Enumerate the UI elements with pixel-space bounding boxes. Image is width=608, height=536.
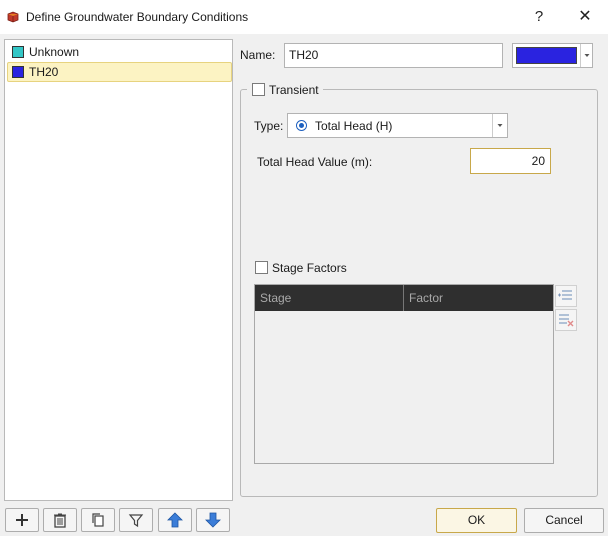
- head-value-label: Total Head Value (m):: [257, 155, 373, 169]
- type-label: Type:: [254, 119, 284, 133]
- type-select[interactable]: Total Head (H): [287, 113, 508, 138]
- close-button[interactable]: ✕: [571, 4, 599, 30]
- transient-label: Transient: [269, 83, 319, 97]
- column-header-factor[interactable]: Factor: [404, 285, 553, 311]
- title-bar: Define Groundwater Boundary Conditions ?…: [0, 0, 608, 34]
- color-swatch-icon: [12, 46, 24, 58]
- add-button[interactable]: [5, 508, 39, 532]
- column-header-stage[interactable]: Stage: [255, 285, 404, 311]
- delete-row-icon: [559, 314, 574, 327]
- list-item-unknown[interactable]: Unknown: [7, 42, 232, 62]
- delete-button[interactable]: [43, 508, 77, 532]
- delete-row-button[interactable]: [555, 309, 577, 331]
- copy-icon: [92, 513, 104, 527]
- color-preview: [516, 47, 577, 64]
- stage-factors-label: Stage Factors: [272, 261, 347, 275]
- move-up-button[interactable]: [158, 508, 192, 532]
- type-value: Total Head (H): [315, 119, 393, 133]
- name-label: Name:: [240, 48, 276, 62]
- color-picker[interactable]: [512, 43, 593, 68]
- window-title: Define Groundwater Boundary Conditions: [26, 10, 249, 24]
- copy-button[interactable]: [81, 508, 115, 532]
- color-swatch-icon: [12, 66, 24, 78]
- filter-icon: [128, 514, 144, 528]
- list-item-label: TH20: [29, 65, 59, 79]
- move-up-icon: [167, 512, 183, 528]
- stage-factors-checkbox[interactable]: [255, 261, 268, 274]
- delete-icon: [54, 513, 66, 528]
- app-icon: [7, 11, 19, 23]
- transient-checkbox[interactable]: [252, 83, 265, 96]
- list-item-th20[interactable]: TH20: [7, 62, 232, 82]
- stage-factors-table[interactable]: Stage Factor: [254, 284, 554, 464]
- insert-row-icon: [558, 290, 572, 300]
- radio-icon: [296, 120, 307, 131]
- head-value-input[interactable]: 20: [470, 148, 551, 174]
- chevron-down-icon[interactable]: [580, 44, 593, 67]
- name-input[interactable]: TH20: [284, 43, 503, 68]
- chevron-down-icon[interactable]: [492, 114, 507, 137]
- add-icon: [16, 514, 28, 526]
- list-item-label: Unknown: [29, 45, 80, 59]
- cancel-button[interactable]: Cancel: [524, 508, 604, 533]
- ok-button[interactable]: OK: [436, 508, 517, 533]
- help-button[interactable]: ?: [525, 4, 553, 30]
- move-down-icon: [205, 512, 221, 528]
- move-down-button[interactable]: [196, 508, 230, 532]
- filter-button[interactable]: [119, 508, 153, 532]
- boundary-conditions-list[interactable]: Unknown TH20: [4, 39, 233, 501]
- insert-row-button[interactable]: [555, 285, 577, 307]
